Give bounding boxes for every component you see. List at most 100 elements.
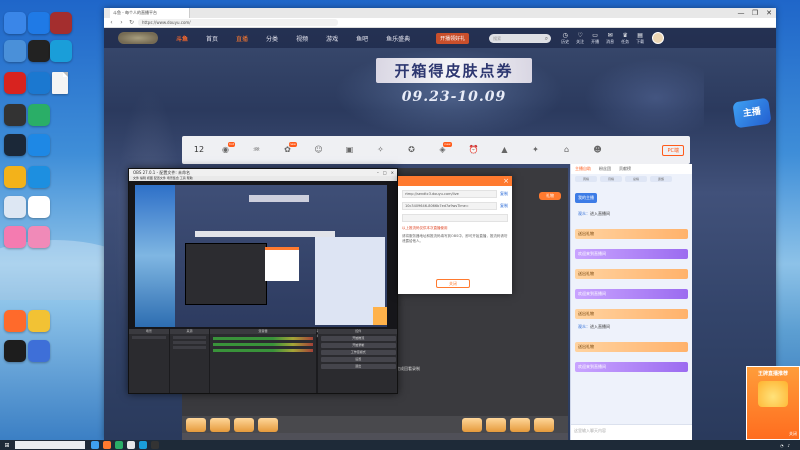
top-icon-5[interactable]: ▤ 下载 xyxy=(636,32,644,45)
extra-field[interactable] xyxy=(402,214,508,222)
tool-icon[interactable] xyxy=(4,166,26,188)
edge-icon[interactable] xyxy=(50,40,72,62)
chat-tab[interactable]: 粉丝团 xyxy=(599,166,611,172)
rank-tab[interactable]: 月榜 xyxy=(600,176,622,182)
source-item[interactable] xyxy=(172,346,207,349)
maximize-button[interactable]: ❐ xyxy=(748,8,762,18)
nav-video[interactable]: 视频 xyxy=(296,34,308,43)
close-icon[interactable]: × xyxy=(391,169,394,176)
taskbar-app-icon[interactable] xyxy=(91,441,99,449)
gift-item[interactable] xyxy=(210,418,230,432)
chat-input[interactable]: 这里输入聊天内容 xyxy=(571,424,692,440)
chat-tab[interactable]: 主播自助 xyxy=(575,166,591,172)
copy-server-button[interactable]: 复制 xyxy=(500,191,508,197)
chat-tab[interactable]: 贡献榜 xyxy=(619,166,631,172)
top-icon-1[interactable]: ♡ 关注 xyxy=(576,32,584,45)
rank-tab[interactable]: 贵族 xyxy=(650,176,672,182)
room-tool-11[interactable]: ⌂ xyxy=(551,145,582,155)
game-icon[interactable] xyxy=(50,12,72,34)
screen-recorder-icon[interactable] xyxy=(28,40,50,62)
back-icon[interactable]: ‹ xyxy=(108,19,115,26)
promo-button[interactable]: 开播领好礼 xyxy=(436,32,470,44)
nav-festival[interactable]: 鱼乐盛典 xyxy=(386,34,410,43)
top-icon-4[interactable]: ♛ 任务 xyxy=(621,32,629,45)
start-recording-button[interactable]: 开始录制 xyxy=(320,343,396,348)
nav-live[interactable]: 直播 xyxy=(236,34,248,43)
game-logo[interactable] xyxy=(118,32,158,44)
gift-item[interactable] xyxy=(234,418,254,432)
source-item[interactable] xyxy=(172,341,207,344)
pc-client-button[interactable]: PC端 xyxy=(662,144,684,156)
top-icon-2[interactable]: ▭ 开播 xyxy=(591,32,599,45)
obs-preview[interactable] xyxy=(129,181,397,329)
top-icon-3[interactable]: ✉ 消息 xyxy=(606,32,614,45)
taskbar-app-icon[interactable] xyxy=(103,441,111,449)
qq-icon[interactable] xyxy=(4,340,26,362)
stream-key-field[interactable]: 10c3409646-8066b7ed7a9wsTime= xyxy=(402,202,497,210)
minimize-icon[interactable]: – xyxy=(377,169,379,176)
gift-button[interactable]: 礼物 xyxy=(539,192,561,200)
file-icon[interactable] xyxy=(52,72,68,94)
source-item[interactable] xyxy=(172,336,207,339)
room-tool-5[interactable]: ✧ xyxy=(365,145,396,155)
cat-icon[interactable] xyxy=(28,196,50,218)
anchor-gift-logo[interactable]: 主播 xyxy=(732,97,772,129)
weather-icon[interactable] xyxy=(28,166,50,188)
search-app-icon[interactable] xyxy=(28,72,50,94)
nav-category[interactable]: 分类 xyxy=(266,34,278,43)
avatar[interactable] xyxy=(652,32,665,44)
server-field[interactable]: rtmp://sendtc3.douyu.com/live xyxy=(402,190,497,198)
taskbar-search[interactable] xyxy=(15,441,85,449)
ad-popup[interactable]: 王牌直播推荐 关闭 xyxy=(746,366,800,440)
minimize-button[interactable]: — xyxy=(734,8,748,18)
chat-user[interactable]: 观众： xyxy=(578,324,590,329)
start-streaming-button[interactable]: 开始推流 xyxy=(320,336,396,341)
room-tool-2[interactable]: ✿ new xyxy=(272,142,303,155)
app-blue-icon[interactable] xyxy=(4,12,26,34)
rank-tab[interactable]: 周榜 xyxy=(575,176,597,182)
taskbar-app-icon[interactable] xyxy=(127,441,135,449)
browser-tab[interactable]: 斗鱼 - 每个人的直播平台 xyxy=(110,8,190,18)
xunlei-icon[interactable] xyxy=(28,134,50,156)
chat-user[interactable]: 观众： xyxy=(578,211,590,216)
volume-icon[interactable]: ♪ xyxy=(787,443,790,448)
copy-key-button[interactable]: 复制 xyxy=(500,203,508,209)
room-tool-0[interactable]: ◉ hot xyxy=(210,142,241,155)
rank-tab[interactable]: 总榜 xyxy=(625,176,647,182)
close-icon[interactable]: × xyxy=(503,176,509,186)
room-tool-8[interactable]: ⏰ xyxy=(458,145,489,155)
room-tool-12[interactable]: ☻ xyxy=(582,145,613,155)
gift-item[interactable] xyxy=(486,418,506,432)
taskbar-app-icon[interactable] xyxy=(139,441,147,449)
url-input[interactable]: https://www.douyu.com/ xyxy=(138,19,338,26)
site-search-input[interactable]: 搜索 ⌕ xyxy=(489,33,552,43)
ad-close-button[interactable]: 关闭 xyxy=(789,431,797,437)
settings-button[interactable]: 设置 xyxy=(320,357,396,362)
room-tool-3[interactable]: ☺ xyxy=(303,145,334,155)
room-tool-10[interactable]: ✦ xyxy=(520,145,551,155)
top-icon-0[interactable]: ◷ 历史 xyxy=(561,32,569,45)
forward-icon[interactable]: › xyxy=(118,19,125,26)
gift-item[interactable] xyxy=(258,418,278,432)
room-tool-4[interactable]: ▣ xyxy=(334,145,365,155)
exit-button[interactable]: 退出 xyxy=(320,364,396,369)
gift-item[interactable] xyxy=(186,418,206,432)
room-tool-1[interactable]: ♒ xyxy=(241,145,272,155)
gift-item[interactable] xyxy=(510,418,530,432)
room-tool-9[interactable]: ▲ xyxy=(489,145,520,155)
search-icon[interactable]: ⌕ xyxy=(545,34,548,43)
gift-item[interactable] xyxy=(462,418,482,432)
heart-app-icon[interactable] xyxy=(28,226,50,248)
scene-item[interactable] xyxy=(132,336,166,339)
dialog-close-button[interactable]: 关闭 xyxy=(436,279,470,288)
pink-app-icon[interactable] xyxy=(4,226,26,248)
windows-start-icon[interactable]: ⊞ xyxy=(2,442,12,449)
taskbar-app-icon[interactable] xyxy=(151,441,159,449)
steam-icon[interactable] xyxy=(4,134,26,156)
nav-home[interactable]: 首页 xyxy=(206,34,218,43)
maximize-icon[interactable]: □ xyxy=(383,169,387,176)
nav-game[interactable]: 游戏 xyxy=(326,34,338,43)
gift-item[interactable] xyxy=(534,418,554,432)
blank-icon[interactable] xyxy=(4,196,26,218)
network-icon[interactable]: ◔ xyxy=(780,443,784,448)
